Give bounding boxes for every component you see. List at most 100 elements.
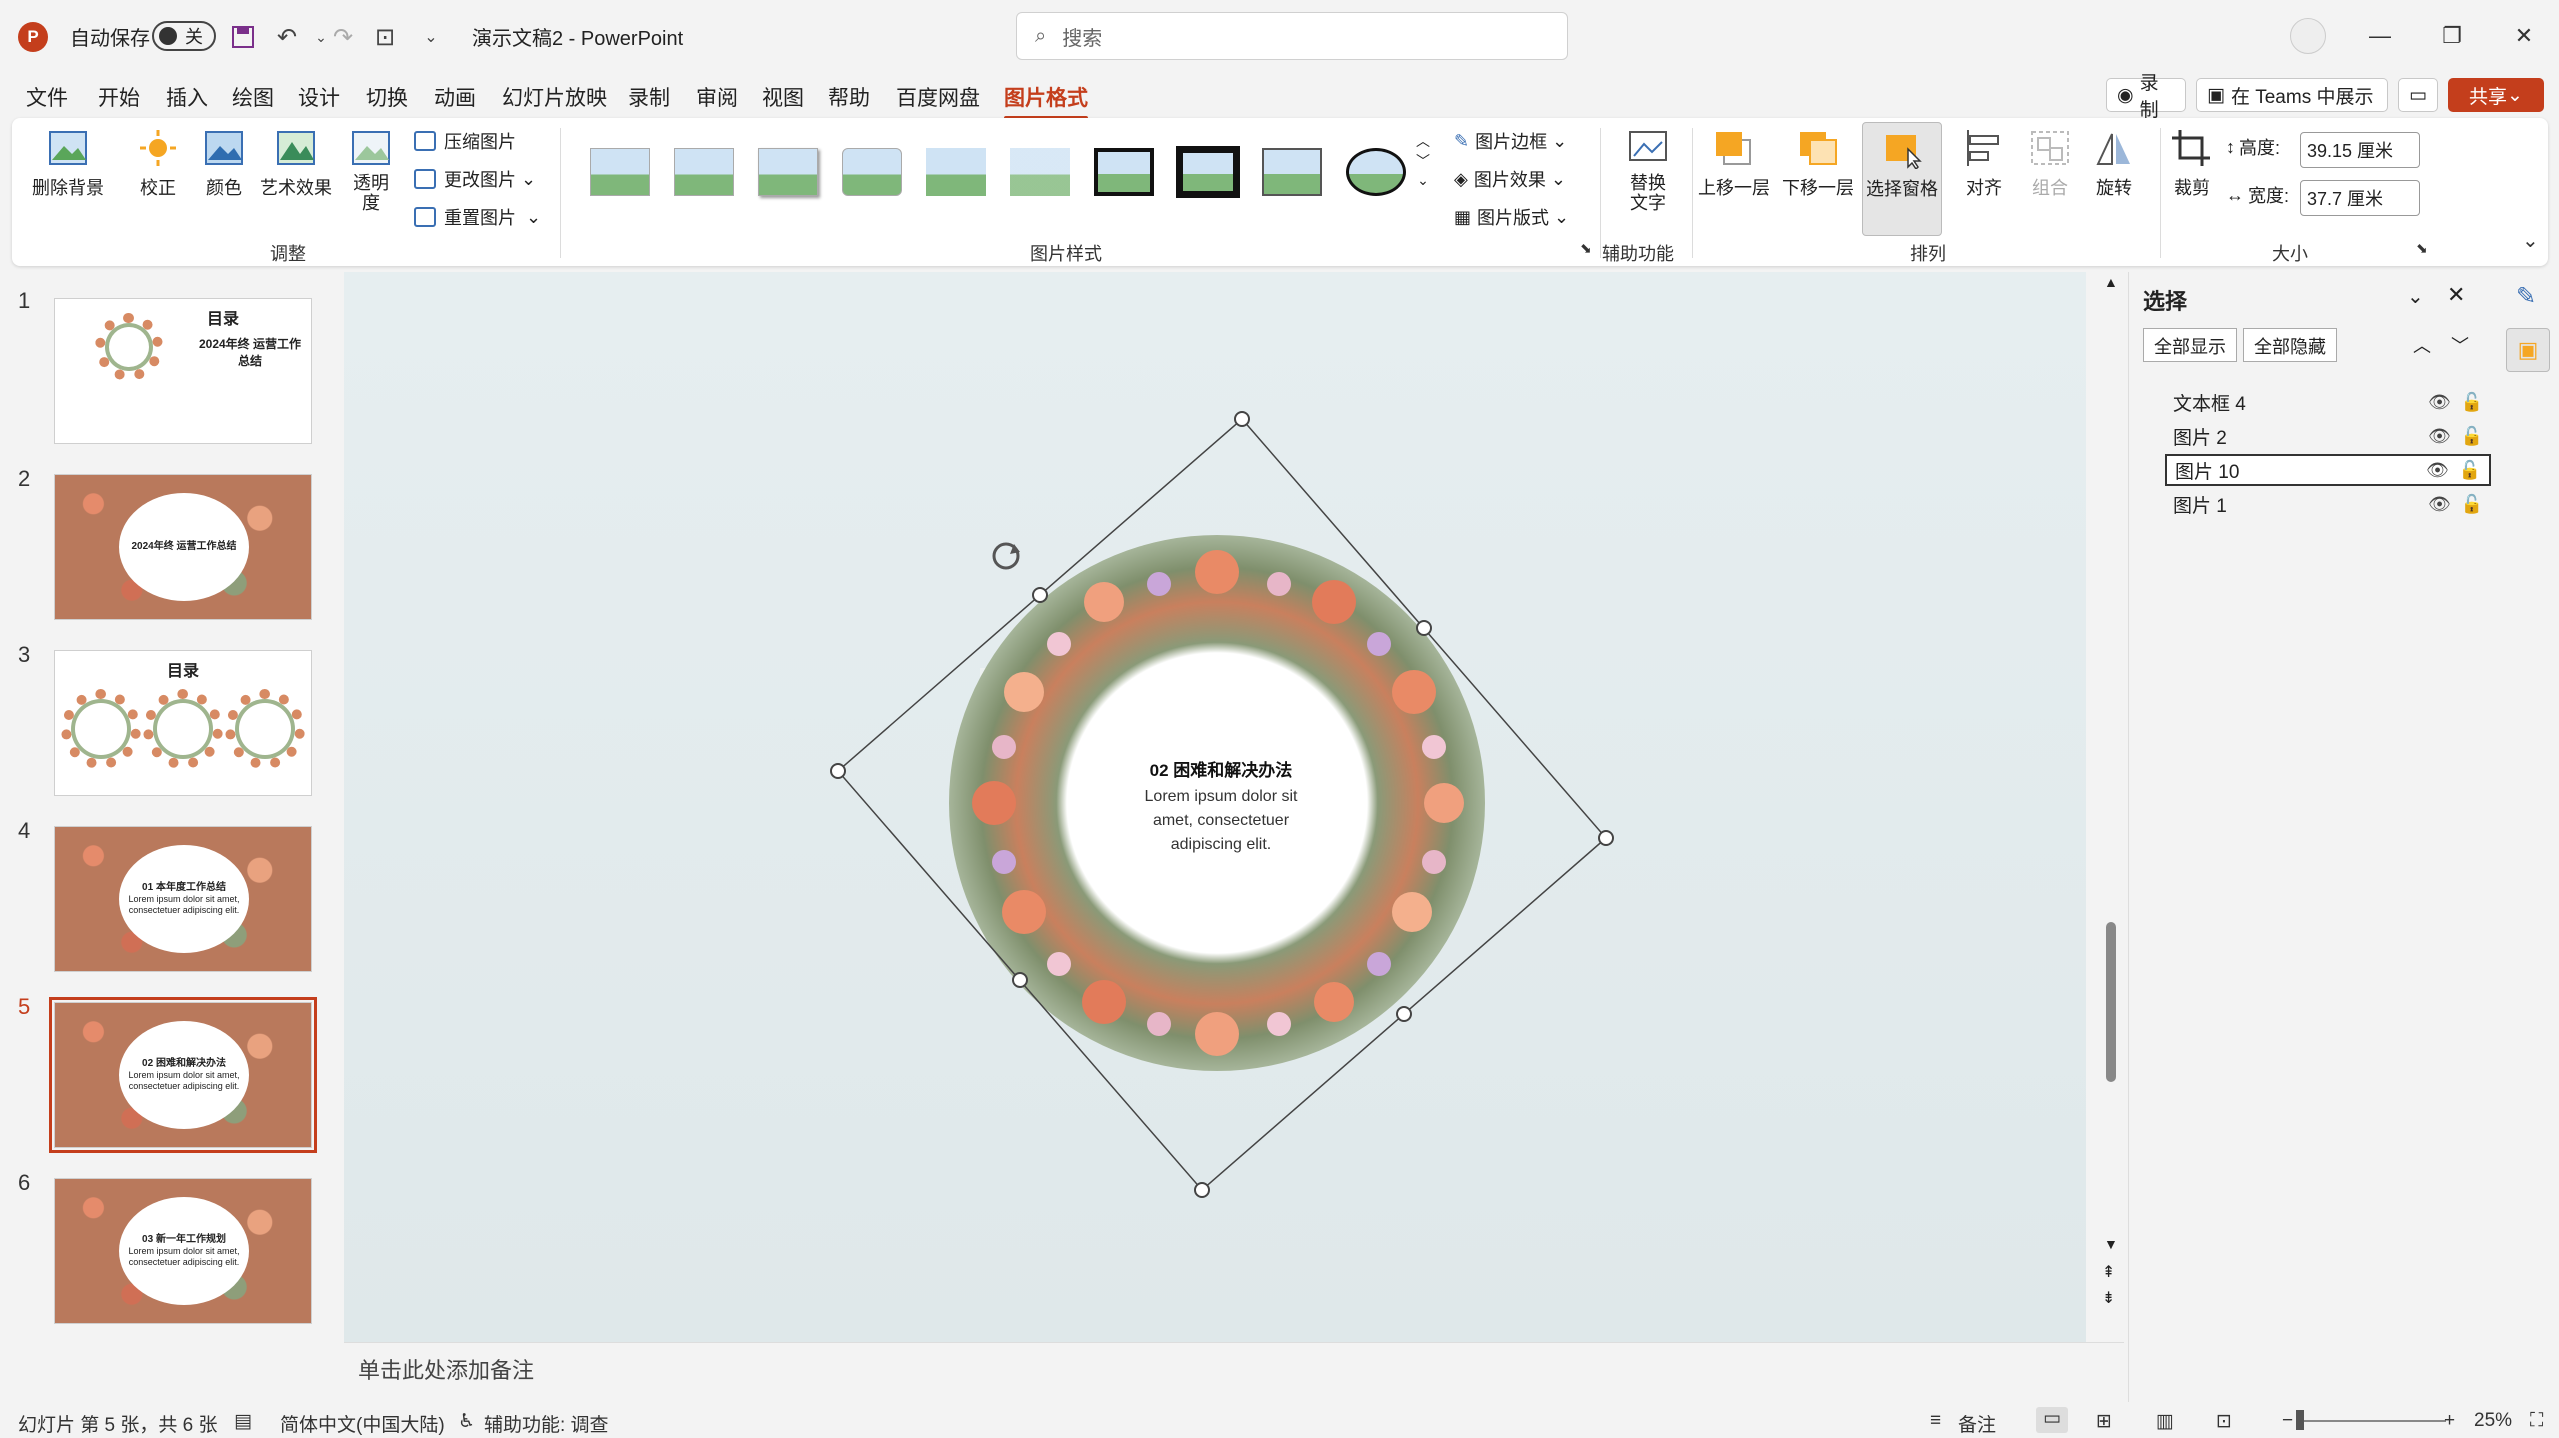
tab-view[interactable]: 视图 (762, 82, 804, 112)
spellcheck-icon[interactable]: ▤ (234, 1410, 252, 1433)
selection-pane-button[interactable]: 选择窗格 (1862, 122, 1942, 236)
slide-body-line-1[interactable]: Lorem ipsum dolor sit (1145, 788, 1299, 805)
autosave-toggle[interactable]: 关 (152, 21, 216, 51)
tab-transitions[interactable]: 切换 (366, 82, 408, 112)
next-slide-icon[interactable]: ⇟ (2102, 1288, 2115, 1308)
accessibility-status[interactable]: 辅助功能: 调查 (484, 1410, 609, 1437)
comments-button[interactable]: ▭ (2398, 78, 2438, 112)
undo-icon[interactable]: ↶ (270, 20, 304, 54)
tab-picture-format[interactable]: 图片格式 (1004, 82, 1088, 120)
size-dialog-launcher-icon[interactable]: ⬊ (2416, 240, 2428, 257)
hide-all-button[interactable]: 全部隐藏 (2243, 328, 2337, 362)
picture-style-7[interactable] (1094, 148, 1154, 196)
slide-heading[interactable]: 02 困难和解决办法 (1150, 760, 1293, 780)
normal-view-icon[interactable]: ▭ (2036, 1407, 2068, 1433)
scroll-thumb[interactable] (2106, 922, 2116, 1082)
unlock-icon[interactable]: 🔓 (2459, 460, 2481, 481)
compress-pictures-button[interactable]: 压缩图片 (414, 128, 516, 154)
zoom-slider[interactable] (2300, 1420, 2446, 1422)
chevron-up-icon[interactable]: ︿ (1416, 132, 1430, 152)
picture-style-9[interactable] (1262, 148, 1322, 196)
record-button[interactable]: ◉ 录制 (2106, 73, 2186, 121)
send-backward-button[interactable]: 下移一层 (1782, 128, 1854, 200)
pane-options-icon[interactable]: ⌄ (2407, 284, 2424, 309)
share-button[interactable]: 共享 ⌄ (2448, 78, 2544, 112)
tab-help[interactable]: 帮助 (828, 82, 870, 112)
slideshow-view-icon[interactable]: ⊡ (2216, 1410, 2232, 1433)
selection-item-picture-10[interactable]: 图片 10 👁 🔓 (2165, 454, 2491, 486)
tab-draw[interactable]: 绘图 (232, 82, 274, 112)
slide-thumbnail-2[interactable]: 2024年终 运营工作总结 (54, 474, 312, 620)
zoom-level[interactable]: 25% (2474, 1410, 2512, 1432)
eye-icon[interactable]: 👁 (2428, 494, 2451, 515)
unlock-icon[interactable]: 🔓 (2461, 494, 2483, 515)
slide-canvas[interactable]: 02 困难和解决办法 Lorem ipsum dolor sit amet, c… (344, 272, 2086, 1342)
chevron-down-icon[interactable]: ﹀ (1416, 152, 1430, 172)
fit-to-window-icon[interactable]: ⛶ (2530, 1410, 2543, 1432)
picture-style-8[interactable] (1176, 146, 1240, 198)
customize-qat-icon[interactable]: ⌄ (414, 20, 448, 54)
picture-style-3[interactable] (758, 148, 818, 196)
tab-animations[interactable]: 动画 (434, 82, 476, 112)
selection-item-picture-1[interactable]: 图片 1 👁 🔓 (2165, 488, 2491, 520)
zoom-in-icon[interactable]: + (2444, 1410, 2455, 1432)
scroll-up-icon[interactable]: ▲ (2104, 274, 2118, 290)
styles-scroll[interactable]: ︿ ﹀ ⌄ (1416, 132, 1430, 191)
reading-view-icon[interactable]: ▥ (2156, 1410, 2174, 1433)
more-styles-icon[interactable]: ⌄ (1417, 171, 1429, 191)
picture-border-button[interactable]: ✎ 图片边框 ⌄ (1454, 128, 1567, 154)
picture-style-1[interactable] (590, 148, 650, 196)
corrections-button[interactable]: 校正 (136, 128, 180, 200)
restore-icon[interactable]: ❐ (2432, 16, 2472, 56)
tab-file[interactable]: 文件 (26, 82, 68, 112)
slide-thumbnail-3[interactable]: 目录 (54, 650, 312, 796)
teams-present-button[interactable]: ▣ 在 Teams 中展示 (2196, 78, 2388, 112)
transparency-button[interactable]: 透明度 (346, 128, 396, 214)
present-icon[interactable]: ⊡ (368, 20, 402, 54)
picture-effects-button[interactable]: ◈ 图片效果 ⌄ (1454, 166, 1566, 192)
picture-style-4[interactable] (842, 148, 902, 196)
language-status[interactable]: 简体中文(中国大陆) (280, 1410, 445, 1437)
tab-design[interactable]: 设计 (298, 82, 340, 112)
save-icon[interactable] (226, 20, 260, 54)
change-picture-button[interactable]: 更改图片 ⌄ (414, 166, 536, 192)
styles-dialog-launcher-icon[interactable]: ⬊ (1580, 240, 1592, 257)
slide-thumbnail-1[interactable]: 目录 2024年终 运营工作总结 (54, 298, 312, 444)
artistic-effects-button[interactable]: 艺术效果 (260, 128, 332, 200)
color-button[interactable]: 颜色 (202, 128, 246, 200)
unlock-icon[interactable]: 🔓 (2461, 426, 2483, 447)
pane-close-icon[interactable]: ✕ (2447, 282, 2465, 308)
slide-sorter-icon[interactable]: ⊞ (2096, 1410, 2112, 1433)
slide-body-line-3[interactable]: adipiscing elit. (1171, 836, 1272, 853)
collapse-ribbon-icon[interactable]: ⌄ (2522, 228, 2539, 253)
eye-icon[interactable]: 👁 (2428, 426, 2451, 447)
send-backward-pane-icon[interactable]: ﹀ (2451, 332, 2469, 358)
tab-review[interactable]: 审阅 (696, 82, 738, 112)
redo-icon[interactable]: ↷ (326, 20, 360, 54)
previous-slide-icon[interactable]: ⇞ (2102, 1262, 2115, 1282)
notes-toggle[interactable]: 备注 (1958, 1410, 1996, 1437)
notes-pane[interactable]: 单击此处添加备注 (344, 1342, 2124, 1402)
scroll-down-icon[interactable]: ▼ (2104, 1236, 2118, 1252)
alt-text-button[interactable]: 替换文字 (1616, 128, 1680, 214)
avatar[interactable] (2290, 18, 2326, 54)
width-input[interactable]: 37.7 厘米 (2300, 180, 2420, 216)
align-button[interactable]: 对齐 (1962, 128, 2006, 200)
slide-thumbnail-5[interactable]: 02 困难和解决办法 Lorem ipsum dolor sit amet, co… (49, 997, 317, 1153)
height-input[interactable]: 39.15 厘米 (2300, 132, 2420, 168)
slide-body-line-2[interactable]: amet, consectetuer (1153, 812, 1290, 829)
tab-home[interactable]: 开始 (98, 82, 140, 112)
slide-thumbnail-4[interactable]: 01 本年度工作总结 Lorem ipsum dolor sit amet, co… (54, 826, 312, 972)
tab-record[interactable]: 录制 (628, 82, 670, 112)
bring-forward-pane-icon[interactable]: ︿ (2413, 332, 2431, 358)
tab-baidu[interactable]: 百度网盘 (896, 82, 980, 112)
tab-insert[interactable]: 插入 (166, 82, 208, 112)
picture-style-6[interactable] (1010, 148, 1070, 196)
bring-forward-button[interactable]: 上移一层 (1698, 128, 1770, 200)
minimize-icon[interactable]: — (2360, 16, 2400, 56)
canvas-scrollbar[interactable]: ▲ ▼ ⇞ ⇟ (2100, 272, 2124, 1342)
rotate-handle-icon[interactable] (992, 542, 1020, 570)
zoom-out-icon[interactable]: − (2282, 1410, 2293, 1432)
show-all-button[interactable]: 全部显示 (2143, 328, 2237, 362)
rotate-button[interactable]: 旋转 (2092, 128, 2136, 200)
